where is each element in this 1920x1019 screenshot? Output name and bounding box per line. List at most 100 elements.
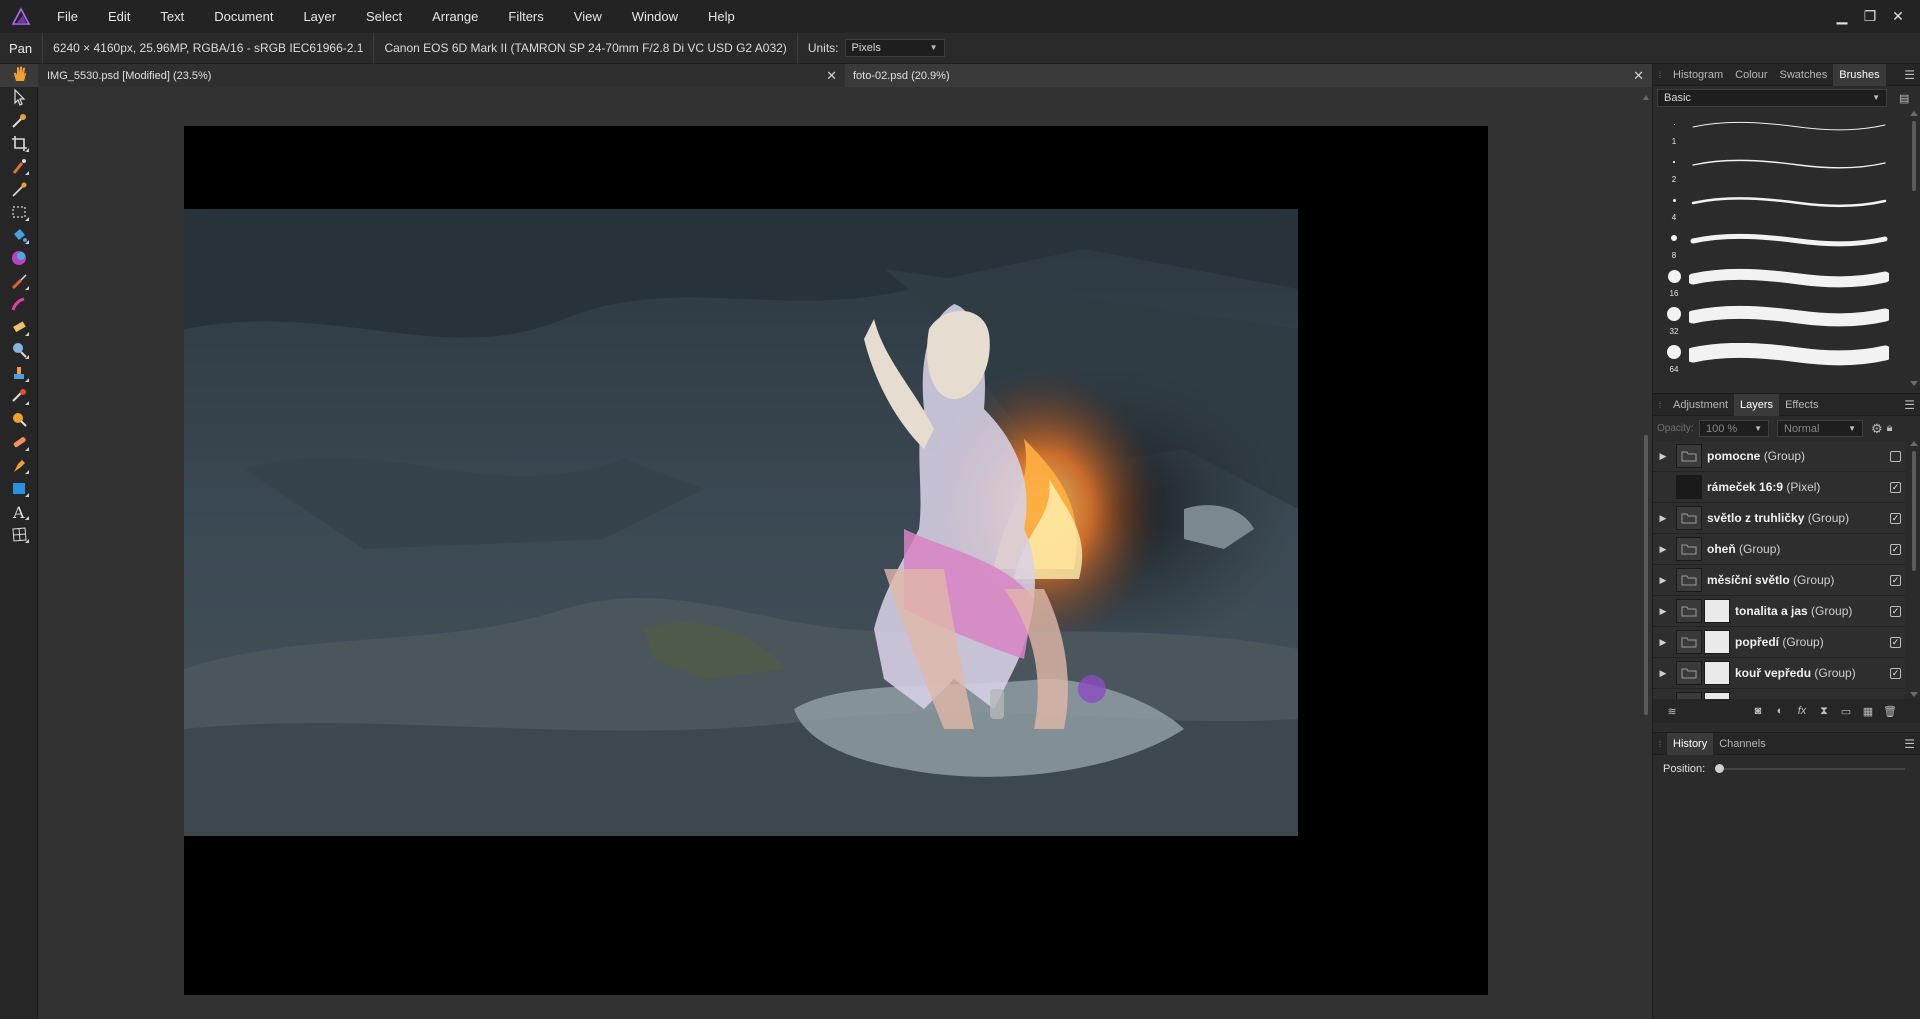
tab-history[interactable]: History — [1667, 732, 1714, 755]
expand-arrow-icon[interactable]: ▶ — [1656, 565, 1670, 596]
paint-brush-tool[interactable] — [0, 271, 38, 294]
rectangle-tool[interactable] — [0, 478, 38, 501]
close-window-button[interactable]: ✕ — [1884, 0, 1912, 33]
scroll-down-icon[interactable] — [1910, 692, 1918, 697]
scrollbar-thumb[interactable] — [1912, 451, 1916, 571]
menu-help[interactable]: Help — [693, 0, 750, 33]
menu-text[interactable]: Text — [145, 0, 199, 33]
tab-brushes[interactable]: Brushes — [1833, 63, 1886, 86]
layer-visibility-checkbox[interactable]: ✓ — [1890, 544, 1901, 555]
expand-arrow-icon[interactable]: ▶ — [1656, 441, 1670, 472]
clone-tool[interactable] — [0, 363, 38, 386]
grip-icon[interactable]: ⁞ — [1653, 394, 1667, 416]
expand-arrow-icon[interactable]: ▶ — [1656, 503, 1670, 534]
menu-document[interactable]: Document — [199, 0, 288, 33]
adjustment-icon[interactable]: ◐ — [1769, 705, 1791, 717]
minimize-button[interactable]: ▁ — [1828, 0, 1856, 33]
menu-select[interactable]: Select — [351, 0, 417, 33]
erase-brush-tool[interactable] — [0, 317, 38, 340]
scroll-down-icon[interactable] — [1910, 381, 1918, 386]
selection-brush-tool[interactable] — [0, 156, 38, 179]
menu-window[interactable]: Window — [617, 0, 693, 33]
panel-menu-icon[interactable]: ☰ — [1904, 394, 1915, 416]
tab-histogram[interactable]: Histogram — [1667, 64, 1729, 86]
doc-tab-foto-02[interactable]: foto-02.psd (20.9%) ✕ — [845, 64, 1652, 87]
canvas-area[interactable] — [39, 87, 1652, 1019]
brush-preset[interactable]: 1 — [1653, 111, 1905, 149]
brush-list-scrollbar[interactable] — [1910, 111, 1918, 386]
mask-icon[interactable]: ◙ — [1747, 705, 1769, 717]
live-filter-icon[interactable]: ⧗ — [1813, 705, 1835, 718]
scrollbar-thumb[interactable] — [1912, 121, 1916, 191]
layer-row[interactable]: ▶ kouř vepředu (Group) ✓ — [1653, 658, 1905, 689]
layer-visibility-checkbox[interactable]: ✓ — [1890, 637, 1901, 648]
menu-filters[interactable]: Filters — [493, 0, 558, 33]
scroll-up-icon[interactable] — [1643, 95, 1649, 100]
layer-visibility-checkbox[interactable]: ✓ — [1890, 513, 1901, 524]
panel-menu-icon[interactable]: ☰ — [1904, 64, 1915, 86]
brush-preset[interactable]: 16 — [1653, 263, 1905, 301]
tab-channels[interactable]: Channels — [1713, 733, 1771, 755]
restore-button[interactable]: ❐ — [1856, 0, 1884, 33]
layer-row[interactable]: ▶postava (Group)✓ — [1653, 689, 1905, 699]
text-tool[interactable]: A — [0, 501, 38, 524]
healing-tool[interactable] — [0, 432, 38, 455]
scroll-up-icon[interactable] — [1910, 441, 1918, 446]
layer-row[interactable]: ▶ světlo z truhličky (Group) ✓ — [1653, 503, 1905, 534]
menu-edit[interactable]: Edit — [93, 0, 145, 33]
layer-row[interactable]: ▶ pomocne (Group) — [1653, 441, 1905, 472]
layer-visibility-checkbox[interactable] — [1890, 451, 1901, 462]
pen-tool[interactable] — [0, 455, 38, 478]
gear-icon[interactable]: ⚙ — [1871, 421, 1883, 437]
fx-icon[interactable]: fx — [1791, 705, 1813, 717]
expand-arrow-icon[interactable]: ▶ — [1656, 534, 1670, 565]
move-tool[interactable] — [0, 87, 38, 110]
blend-mode-select[interactable]: Normal ▼ — [1777, 420, 1863, 437]
add-layer-icon[interactable]: ▦ — [1857, 705, 1879, 718]
brush-preset[interactable]: 2 — [1653, 149, 1905, 187]
slider-knob[interactable] — [1715, 764, 1725, 773]
panel-menu-icon[interactable]: ☰ — [1904, 733, 1915, 755]
brush-preset[interactable]: 32 — [1653, 301, 1905, 339]
trash-icon[interactable]: 🗑︎ — [1879, 705, 1901, 718]
gradient-tool[interactable] — [0, 248, 38, 271]
paint-mixer-tool[interactable] — [0, 294, 38, 317]
expand-arrow-icon[interactable]: ▶ — [1656, 627, 1670, 658]
red-eye-tool[interactable] — [0, 386, 38, 409]
mesh-warp-tool[interactable] — [0, 524, 38, 547]
grip-icon[interactable]: ⁞ — [1653, 64, 1667, 86]
layer-row[interactable]: ▶ popředí (Group) ✓ — [1653, 627, 1905, 658]
tab-colour[interactable]: Colour — [1729, 64, 1773, 86]
document-canvas[interactable] — [184, 126, 1488, 995]
opacity-select[interactable]: 100 % ▼ — [1699, 420, 1769, 437]
layer-list-scrollbar[interactable] — [1910, 441, 1918, 697]
doc-tab-img-5530[interactable]: IMG_5530.psd [Modified] (23.5%) ✕ — [39, 64, 845, 87]
brush-preset[interactable]: 4 — [1653, 187, 1905, 225]
expand-arrow-icon[interactable]: ▶ — [1656, 658, 1670, 689]
layer-visibility-checkbox[interactable]: ✓ — [1890, 482, 1901, 493]
tab-swatches[interactable]: Swatches — [1774, 64, 1834, 86]
marquee-tool[interactable] — [0, 202, 38, 225]
blemish-tool[interactable] — [0, 409, 38, 432]
layer-row[interactable]: ▶ oheň (Group) ✓ — [1653, 534, 1905, 565]
brush-preset[interactable]: 8 — [1653, 225, 1905, 263]
layer-row[interactable]: ▶ měsíční světlo (Group) ✓ — [1653, 565, 1905, 596]
scroll-up-icon[interactable] — [1910, 111, 1918, 116]
layer-stack-icon[interactable]: ≋ — [1661, 705, 1683, 718]
layer-visibility-checkbox[interactable]: ✓ — [1890, 606, 1901, 617]
layer-visibility-checkbox[interactable]: ✓ — [1890, 668, 1901, 679]
canvas-vertical-scrollbar[interactable] — [1643, 95, 1649, 995]
brush-category-select[interactable]: Basic ▼ — [1657, 89, 1887, 107]
units-select[interactable]: Pixels ▼ — [844, 39, 945, 57]
dodge-tool[interactable] — [0, 340, 38, 363]
expand-arrow-icon[interactable]: ▶ — [1656, 689, 1670, 700]
history-position-slider[interactable] — [1715, 764, 1906, 774]
close-icon[interactable]: ✕ — [826, 64, 837, 87]
scrollbar-thumb[interactable] — [1644, 435, 1648, 715]
menu-arrange[interactable]: Arrange — [417, 0, 493, 33]
close-icon[interactable]: ✕ — [1633, 64, 1644, 87]
tab-effects[interactable]: Effects — [1779, 394, 1824, 416]
layer-row[interactable]: ▶ tonalita a jas (Group) ✓ — [1653, 596, 1905, 627]
brush-preset[interactable]: 64 — [1653, 339, 1905, 377]
folder-icon[interactable]: ▭ — [1835, 705, 1857, 718]
